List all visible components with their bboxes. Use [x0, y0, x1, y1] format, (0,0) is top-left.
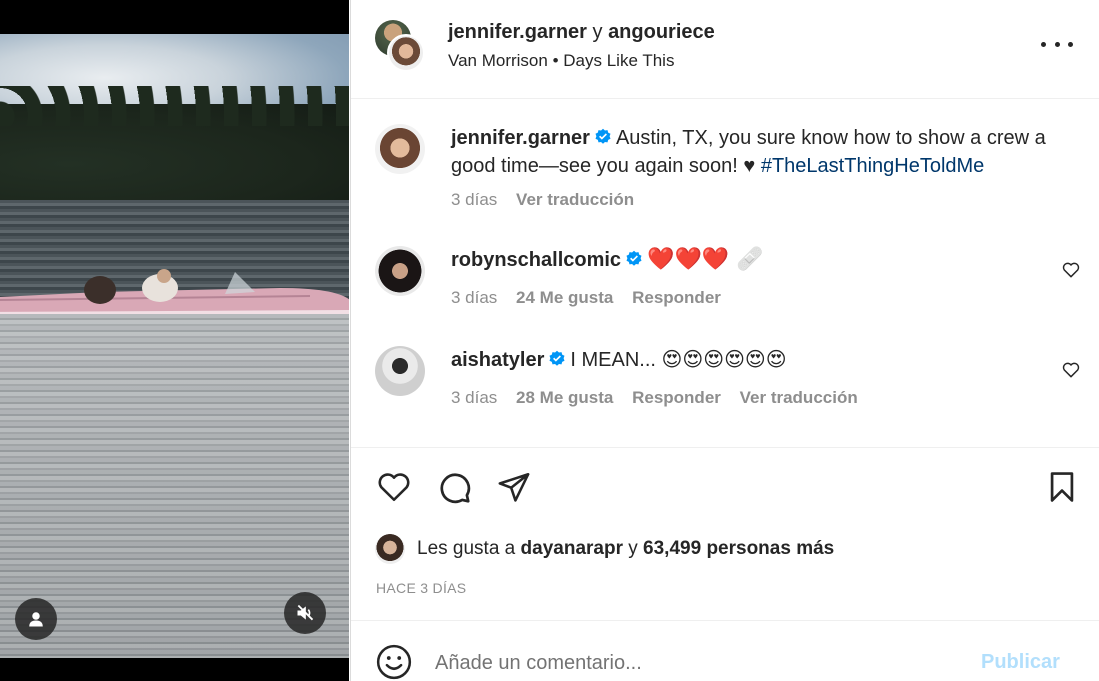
likes-connector: y	[628, 538, 638, 559]
comment-meta: 3 días 24 Me gusta Responder	[451, 288, 735, 308]
reply-button[interactable]: Responder	[632, 388, 721, 407]
save-button[interactable]	[1043, 468, 1081, 506]
action-bar	[351, 448, 1099, 528]
avatar[interactable]	[375, 124, 425, 174]
more-options-button[interactable]	[1041, 34, 1073, 54]
audio-separator: •	[552, 51, 559, 70]
comments-list[interactable]: jennifer.garner Austin, TX, you sure know…	[351, 100, 1099, 448]
caption: jennifer.garner Austin, TX, you sure know…	[375, 124, 1075, 234]
translate-link[interactable]: Ver traducción	[740, 388, 858, 407]
more-icon	[1054, 41, 1060, 47]
comment-time[interactable]: 3 días	[451, 288, 497, 307]
translate-link[interactable]: Ver traducción	[516, 190, 634, 209]
heart-icon	[378, 473, 410, 502]
comment-icon	[440, 473, 471, 504]
like-button[interactable]	[375, 468, 413, 506]
post-header: jennifer.garner y angouriece Van Morriso…	[351, 0, 1099, 99]
comment-text: robynschallcomic ❤️❤️❤️ 🩹	[451, 246, 1051, 274]
comment-item: robynschallcomic ❤️❤️❤️ 🩹 3 días 24 Me gu…	[375, 246, 1080, 316]
more-icon	[1068, 41, 1073, 47]
caption-time[interactable]: 3 días	[451, 190, 497, 209]
speaker-muted-icon	[297, 604, 314, 621]
video-frame[interactable]	[0, 34, 349, 658]
comment-button[interactable]	[435, 468, 473, 506]
share-button[interactable]	[495, 468, 533, 506]
owner-username[interactable]: angouriece	[608, 21, 715, 43]
comment-likes-count[interactable]: 24 Me gusta	[516, 288, 613, 307]
collab-avatars[interactable]	[375, 20, 431, 72]
comment-time[interactable]: 3 días	[451, 388, 497, 407]
post-timestamp[interactable]: HACE 3 DÍAS	[376, 580, 466, 596]
comment-text: aishatyler I MEAN... 😍😍😍😍😍😍	[451, 346, 1051, 374]
verified-badge-icon	[595, 128, 611, 144]
comment-item: aishatyler I MEAN... 😍😍😍😍😍😍 3 días 28 Me …	[375, 346, 1080, 416]
video-treeline	[0, 86, 349, 204]
audio-info: Van Morrison • Days Like This	[448, 51, 674, 71]
caption-username[interactable]: jennifer.garner	[451, 127, 590, 149]
comment-like-heart-icon[interactable]	[1061, 260, 1081, 280]
smile-icon[interactable]	[375, 643, 413, 681]
caption-meta: 3 días Ver traducción	[451, 190, 648, 210]
audio-song[interactable]: Days Like This	[563, 51, 674, 70]
person-icon	[29, 612, 43, 627]
liker-username[interactable]: dayanarapr	[521, 538, 623, 560]
send-icon	[498, 472, 530, 502]
bookmark-icon	[1050, 472, 1074, 502]
tagged-users-button[interactable]	[15, 598, 57, 640]
likes-prefix: Les gusta a	[417, 538, 516, 559]
verified-badge-icon	[549, 350, 565, 366]
likes-summary: Les gusta a dayanarapr y 63,499 personas…	[375, 533, 834, 565]
avatar[interactable]	[375, 534, 405, 564]
owners-joiner: y	[592, 21, 603, 43]
post-media[interactable]	[0, 0, 349, 681]
comment-body: ❤️❤️❤️ 🩹	[647, 247, 764, 272]
verified-badge-icon	[626, 250, 642, 266]
reply-button[interactable]: Responder	[632, 288, 721, 307]
avatar[interactable]	[387, 34, 425, 72]
post-owners: jennifer.garner y angouriece	[448, 21, 715, 44]
more-icon	[1041, 41, 1046, 47]
comment-like-heart-icon[interactable]	[1061, 360, 1081, 380]
avatar[interactable]	[375, 346, 425, 396]
comment-username[interactable]: aishatyler	[451, 349, 544, 371]
publish-button[interactable]: Publicar	[981, 651, 1060, 674]
caption-text: jennifer.garner Austin, TX, you sure know…	[451, 124, 1051, 180]
audio-artist[interactable]: Van Morrison	[448, 51, 548, 70]
mute-button[interactable]	[284, 592, 326, 634]
comment-username[interactable]: robynschallcomic	[451, 249, 621, 271]
comment-body: I MEAN... 😍😍😍😍😍😍	[570, 349, 787, 371]
add-comment-bar: Publicar	[351, 620, 1099, 681]
comment-likes-count[interactable]: 28 Me gusta	[516, 388, 613, 407]
likes-others-link[interactable]: 63,499 personas más	[643, 538, 834, 560]
avatar[interactable]	[375, 246, 425, 296]
comment-input[interactable]	[435, 647, 955, 679]
owner-username[interactable]: jennifer.garner	[448, 21, 587, 43]
caption-hashtag[interactable]: #TheLastThingHeToldMe	[761, 155, 984, 177]
comment-meta: 3 días 28 Me gusta Responder Ver traducc…	[451, 388, 872, 408]
post-details-panel: jennifer.garner y angouriece Van Morriso…	[350, 0, 1099, 681]
